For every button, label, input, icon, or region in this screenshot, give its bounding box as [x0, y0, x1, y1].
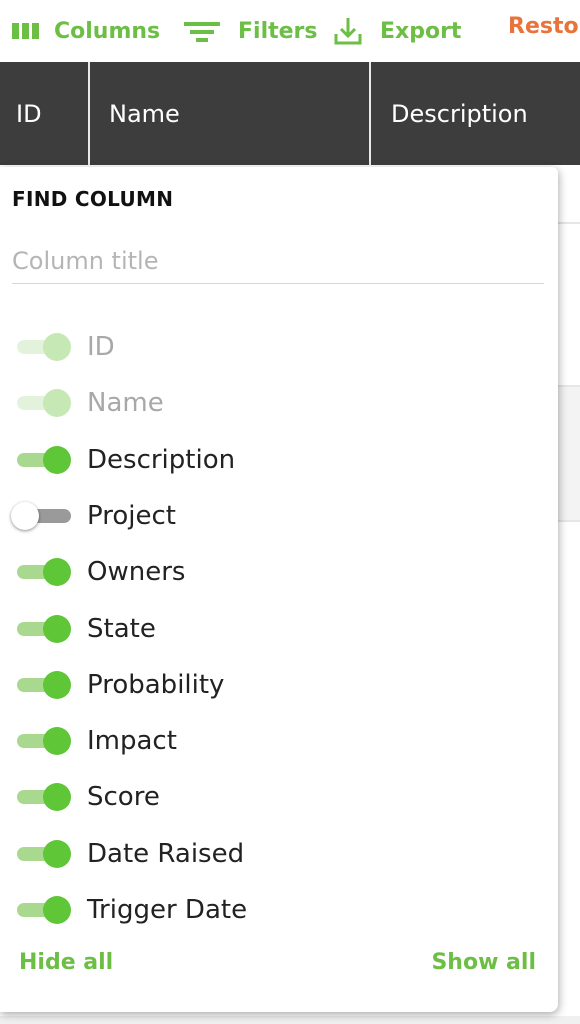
grid-row-divider: [558, 222, 580, 224]
columns-icon: [12, 14, 40, 48]
visibility-toggle-switch: [17, 333, 71, 361]
column-toggle-label: Score: [87, 782, 160, 812]
grid-row-divider: [558, 520, 580, 522]
column-header-description[interactable]: Description: [391, 62, 528, 165]
column-chooser-panel: FIND COLUMN ID Name Description Project Owne…: [0, 167, 558, 1012]
toggle-thumb: [43, 671, 71, 699]
toggle-thumb: [43, 615, 71, 643]
toggle-thumb: [43, 727, 71, 755]
download-icon: [333, 14, 363, 48]
column-toggle-item[interactable]: ID: [0, 319, 558, 375]
column-toggle-label: Probability: [87, 670, 225, 700]
visibility-toggle-switch[interactable]: [17, 727, 71, 755]
toggle-thumb: [43, 446, 71, 474]
columns-button-label: Columns: [54, 18, 161, 44]
visibility-toggle-switch[interactable]: [17, 558, 71, 586]
grid-footer: [0, 1016, 580, 1024]
toggle-thumb: [11, 502, 39, 530]
column-header-label: Name: [109, 99, 180, 128]
column-toggle-item[interactable]: Project: [0, 488, 558, 544]
grid-header: ID Name Description: [0, 62, 580, 165]
grid-toolbar: Columns Filters Export Restore: [0, 0, 580, 62]
column-toggle-item[interactable]: Score: [0, 769, 558, 825]
column-toggle-label: Impact: [87, 726, 177, 756]
filter-icon: [184, 14, 220, 48]
column-toggle-item[interactable]: Owners: [0, 544, 558, 600]
column-search-input[interactable]: [12, 239, 544, 284]
export-button-label: Export: [380, 18, 462, 44]
show-all-button[interactable]: Show all: [431, 950, 536, 975]
hide-all-button[interactable]: Hide all: [19, 950, 113, 975]
column-header-label: Description: [391, 99, 528, 128]
column-toggle-item[interactable]: Description: [0, 432, 558, 488]
column-toggle-label: Date Raised: [87, 839, 245, 869]
columns-button[interactable]: Columns: [12, 14, 160, 48]
column-header-name[interactable]: Name: [109, 62, 180, 165]
column-toggle-item[interactable]: Trigger Date: [0, 882, 558, 938]
visibility-toggle-switch[interactable]: [17, 615, 71, 643]
filters-button[interactable]: Filters: [184, 14, 318, 48]
toggle-thumb: [43, 840, 71, 868]
column-toggle-label: Owners: [87, 557, 186, 587]
toggle-thumb: [43, 783, 71, 811]
column-toggle-item[interactable]: Date Raised: [0, 826, 558, 882]
export-button[interactable]: Export: [333, 14, 461, 48]
visibility-toggle-switch[interactable]: [17, 671, 71, 699]
toggle-thumb: [43, 389, 71, 417]
column-header-label: ID: [16, 99, 42, 128]
toggle-thumb: [43, 896, 71, 924]
column-toggle-item[interactable]: Probability: [0, 657, 558, 713]
toggle-thumb: [43, 558, 71, 586]
toggle-thumb: [43, 333, 71, 361]
column-toggle-label: State: [87, 614, 156, 644]
column-divider[interactable]: [88, 62, 90, 165]
panel-footer: Hide all Show all: [0, 950, 558, 990]
visibility-toggle-switch[interactable]: [11, 502, 71, 530]
column-toggle-item[interactable]: State: [0, 601, 558, 657]
column-toggle-label: ID: [87, 332, 115, 362]
column-divider[interactable]: [369, 62, 371, 165]
visibility-toggle-switch[interactable]: [17, 783, 71, 811]
restore-button-label: Restore: [508, 14, 580, 39]
visibility-toggle-switch[interactable]: [17, 896, 71, 924]
filters-button-label: Filters: [238, 18, 318, 44]
column-toggle-item[interactable]: Name: [0, 375, 558, 431]
column-toggle-label: Description: [87, 445, 236, 475]
column-toggle-label: Project: [87, 501, 176, 531]
visibility-toggle-switch: [17, 389, 71, 417]
visibility-toggle-switch[interactable]: [17, 446, 71, 474]
restore-button[interactable]: Restore: [508, 14, 580, 39]
column-toggle-item[interactable]: Impact: [0, 713, 558, 769]
column-toggle-label: Trigger Date: [87, 895, 248, 925]
column-toggle-label: Name: [87, 388, 164, 418]
grid-row-highlight: [558, 387, 580, 520]
visibility-toggle-switch[interactable]: [17, 840, 71, 868]
column-header-id[interactable]: ID: [16, 62, 42, 165]
panel-title: FIND COLUMN: [12, 187, 174, 211]
